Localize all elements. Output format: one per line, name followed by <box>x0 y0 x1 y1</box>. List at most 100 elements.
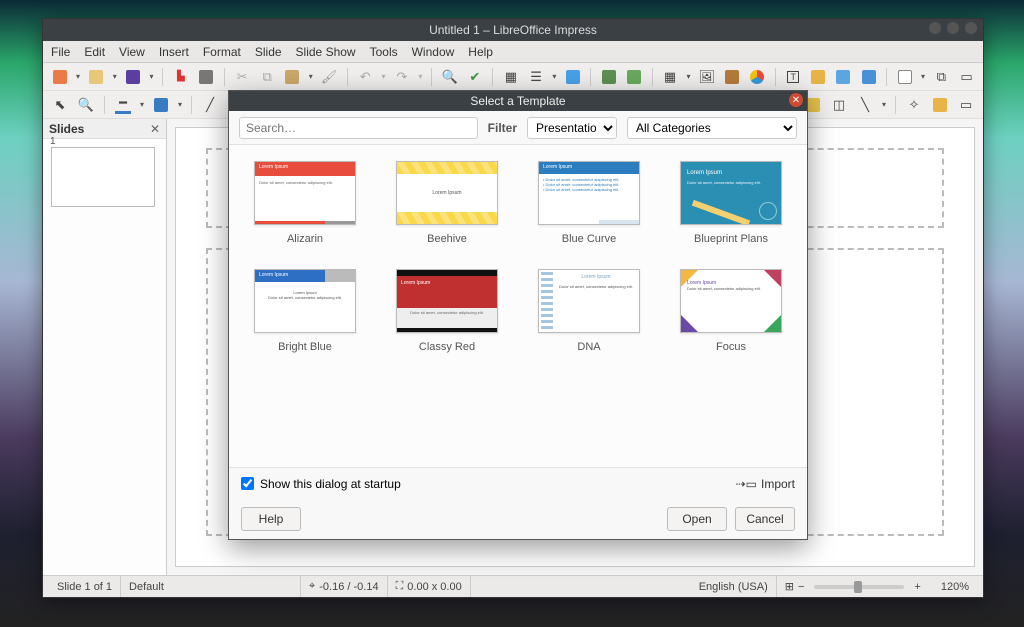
delete-slide-button[interactable]: ▭ <box>956 66 977 88</box>
points-tool-button[interactable]: ✧ <box>903 94 925 116</box>
open-dropdown[interactable]: ▾ <box>111 66 119 88</box>
find-button[interactable]: 🔍 <box>439 66 460 88</box>
fill-color-dropdown[interactable]: ▾ <box>176 94 184 116</box>
status-master: Default <box>121 576 301 597</box>
size-value: 0.00 x 0.00 <box>407 581 461 593</box>
save-dropdown[interactable]: ▾ <box>148 66 156 88</box>
save-button[interactable] <box>123 66 144 88</box>
menu-edit[interactable]: Edit <box>84 45 105 59</box>
insert-special-char-button[interactable] <box>858 66 879 88</box>
filter-dropdown[interactable]: ▾ <box>880 94 888 116</box>
menu-slide[interactable]: Slide <box>255 45 282 59</box>
maximize-button[interactable] <box>947 22 959 34</box>
insert-textbox-button[interactable]: T <box>783 66 804 88</box>
template-classy-red[interactable]: Lorem Ipsum Dolor sit amet, consectetur … <box>381 269 513 353</box>
template-dna[interactable]: Lorem Ipsum Dolor sit amet, consectetur … <box>523 269 655 353</box>
extrusion-button[interactable]: ▭ <box>955 94 977 116</box>
insert-chart-button[interactable] <box>747 66 768 88</box>
help-button[interactable]: Help <box>241 507 301 531</box>
insert-av-button[interactable] <box>721 66 742 88</box>
zoom-in-button[interactable]: + <box>914 581 920 593</box>
menu-help[interactable]: Help <box>468 45 493 59</box>
new-slide-dropdown[interactable]: ▾ <box>919 66 927 88</box>
slides-panel-close-icon[interactable]: ✕ <box>150 122 160 136</box>
slide-thumbnail[interactable]: 1 <box>51 147 155 207</box>
zoom-slider[interactable] <box>814 585 904 589</box>
show-at-startup-input[interactable] <box>241 477 254 490</box>
redo-dropdown[interactable]: ▾ <box>417 66 425 88</box>
menu-tools[interactable]: Tools <box>370 45 398 59</box>
display-views-button[interactable]: ☰ <box>525 66 546 88</box>
menu-window[interactable]: Window <box>412 45 455 59</box>
insert-hyperlink-button[interactable] <box>833 66 854 88</box>
import-button[interactable]: ⇢▭ Import <box>736 477 795 491</box>
cancel-button[interactable]: Cancel <box>735 507 795 531</box>
paste-button[interactable] <box>282 66 303 88</box>
insert-image-button[interactable]: 🖼 <box>696 66 717 88</box>
menu-file[interactable]: File <box>51 45 70 59</box>
dialog-title-bar: Select a Template ✕ <box>229 91 807 111</box>
redo-button[interactable]: ↷ <box>391 66 412 88</box>
duplicate-slide-button[interactable]: ⧉ <box>931 66 952 88</box>
export-pdf-button[interactable]: ▙ <box>170 66 191 88</box>
new-slide-button[interactable] <box>894 66 915 88</box>
zoom-fit-button[interactable]: ⊞ <box>785 580 794 593</box>
start-from-first-button[interactable] <box>598 66 619 88</box>
display-views-dropdown[interactable]: ▾ <box>551 66 559 88</box>
new-document-dropdown[interactable]: ▾ <box>74 66 82 88</box>
close-button[interactable] <box>965 22 977 34</box>
insert-table-button[interactable]: ▦ <box>660 66 681 88</box>
glue-tool-button[interactable] <box>929 94 951 116</box>
paste-dropdown[interactable]: ▾ <box>307 66 315 88</box>
cut-button[interactable]: ✂ <box>232 66 253 88</box>
crop-button[interactable]: ◫ <box>828 94 850 116</box>
filter-button[interactable]: ╲ <box>854 94 876 116</box>
zoom-tool-button[interactable]: 🔍 <box>75 94 97 116</box>
undo-button[interactable]: ↶ <box>355 66 376 88</box>
menu-insert[interactable]: Insert <box>159 45 189 59</box>
select-tool-button[interactable]: ⬉ <box>49 94 71 116</box>
copy-button[interactable]: ⧉ <box>257 66 278 88</box>
print-button[interactable] <box>195 66 216 88</box>
insert-table-dropdown[interactable]: ▾ <box>685 66 693 88</box>
line-color-button[interactable]: ━ <box>112 94 134 116</box>
fill-color-button[interactable] <box>150 94 172 116</box>
select-template-dialog: Select a Template ✕ Filter Presentations… <box>228 90 808 540</box>
open-button[interactable]: Open <box>667 507 727 531</box>
template-beehive[interactable]: Lorem Ipsum Beehive <box>381 161 513 245</box>
line-tool-button[interactable]: ╱ <box>199 94 221 116</box>
line-color-dropdown[interactable]: ▾ <box>138 94 146 116</box>
filter-select[interactable]: Presentations <box>527 117 617 139</box>
template-blueprint-plans[interactable]: Lorem Ipsum Dolor sit amet, consectetur … <box>665 161 797 245</box>
insert-fontwork-button[interactable] <box>808 66 829 88</box>
start-from-current-button[interactable] <box>623 66 644 88</box>
show-at-startup-checkbox[interactable]: Show this dialog at startup <box>241 477 401 491</box>
zoom-controls: ⊞ − + <box>777 576 933 597</box>
zoom-percent[interactable]: 120% <box>933 576 977 597</box>
template-alizarin[interactable]: Lorem Ipsum Dolor sit amet, consectetur … <box>239 161 371 245</box>
import-label: Import <box>761 477 795 491</box>
menu-format[interactable]: Format <box>203 45 241 59</box>
template-bright-blue[interactable]: Lorem Ipsum Lorem Ipsum Dolor sit amet, … <box>239 269 371 353</box>
template-name: Blueprint Plans <box>694 233 768 245</box>
template-focus[interactable]: Lorem Ipsum Dolor sit amet, consectetur … <box>665 269 797 353</box>
menu-view[interactable]: View <box>119 45 145 59</box>
new-document-button[interactable] <box>49 66 70 88</box>
minimize-button[interactable] <box>929 22 941 34</box>
undo-dropdown[interactable]: ▾ <box>380 66 388 88</box>
template-search-input[interactable] <box>239 117 478 139</box>
template-thumbnail: Lorem Ipsum Dolor sit amet, consectetur … <box>680 269 782 333</box>
template-blue-curve[interactable]: Lorem Ipsum Dolor sit amet, consectetur … <box>523 161 655 245</box>
template-thumbnail: Lorem Ipsum Dolor sit amet, consectetur … <box>254 161 356 225</box>
zoom-out-button[interactable]: − <box>798 581 804 593</box>
spellcheck-button[interactable]: ✔ <box>464 66 485 88</box>
menu-slideshow[interactable]: Slide Show <box>296 45 356 59</box>
status-language[interactable]: English (USA) <box>691 576 777 597</box>
clone-format-button[interactable]: 🖌 <box>319 66 340 88</box>
display-grid-button[interactable]: ▦ <box>500 66 521 88</box>
template-thumbnail: Lorem Ipsum Dolor sit amet, consectetur … <box>396 269 498 333</box>
category-select[interactable]: All Categories <box>627 117 797 139</box>
dialog-close-button[interactable]: ✕ <box>789 93 803 107</box>
open-button[interactable] <box>86 66 107 88</box>
master-slide-button[interactable] <box>562 66 583 88</box>
